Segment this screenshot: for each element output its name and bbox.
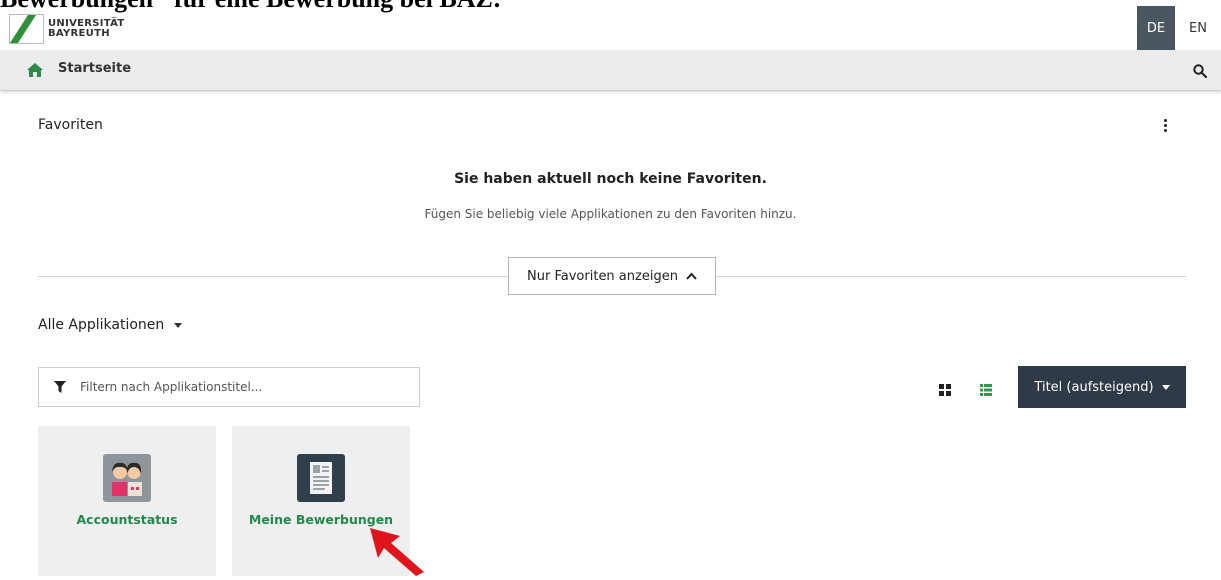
logo-mark-icon	[9, 14, 44, 44]
sort-label: Titel (aufsteigend)	[1034, 379, 1154, 395]
document-icon	[297, 454, 345, 502]
filter-icon	[54, 381, 66, 393]
language-en-button[interactable]: EN	[1175, 6, 1221, 50]
favorites-toggle-button[interactable]: Nur Favoriten anzeigen	[508, 257, 716, 295]
chevron-up-icon	[686, 269, 697, 284]
caret-down-icon	[1161, 384, 1170, 390]
search-icon[interactable]	[1193, 63, 1208, 82]
caret-down-icon	[174, 322, 183, 328]
app-tile-label[interactable]: Meine Bewerbungen	[232, 512, 410, 527]
app-filter-field[interactable]	[38, 367, 420, 407]
top-bar: UNIVERSITÄT BAYREUTH DE EN	[0, 0, 1221, 50]
app-filter-input[interactable]	[78, 379, 402, 395]
all-apps-title: Alle Applikationen	[38, 317, 165, 333]
grid-view-icon[interactable]	[939, 381, 951, 400]
favorites-empty-subtitle: Fügen Sie beliebig viele Applikationen z…	[424, 207, 797, 221]
more-options-icon[interactable]	[1160, 119, 1170, 135]
logo-text-line2: BAYREUTH	[48, 28, 110, 39]
all-apps-dropdown[interactable]: Alle Applikationen	[38, 317, 183, 333]
sort-dropdown-button[interactable]: Titel (aufsteigend)	[1018, 366, 1186, 408]
language-de-button[interactable]: DE	[1137, 6, 1175, 50]
app-tile-label[interactable]: Accountstatus	[38, 512, 216, 527]
accountstatus-icon	[103, 454, 151, 502]
app-tile-accountstatus[interactable]: Accountstatus	[38, 426, 216, 576]
home-icon[interactable]	[27, 62, 43, 81]
favorites-empty-title: Sie haben aktuell noch keine Favoriten.	[454, 171, 767, 187]
list-view-icon[interactable]	[980, 381, 992, 400]
favorites-title: Favoriten	[38, 117, 103, 133]
navigation-bar: Startseite	[0, 50, 1221, 91]
favorites-toggle-label: Nur Favoriten anzeigen	[527, 268, 678, 284]
university-logo[interactable]: UNIVERSITÄT BAYREUTH	[9, 14, 125, 44]
red-arrow-pointer-icon	[370, 528, 426, 580]
nav-home-link[interactable]: Startseite	[58, 61, 131, 76]
